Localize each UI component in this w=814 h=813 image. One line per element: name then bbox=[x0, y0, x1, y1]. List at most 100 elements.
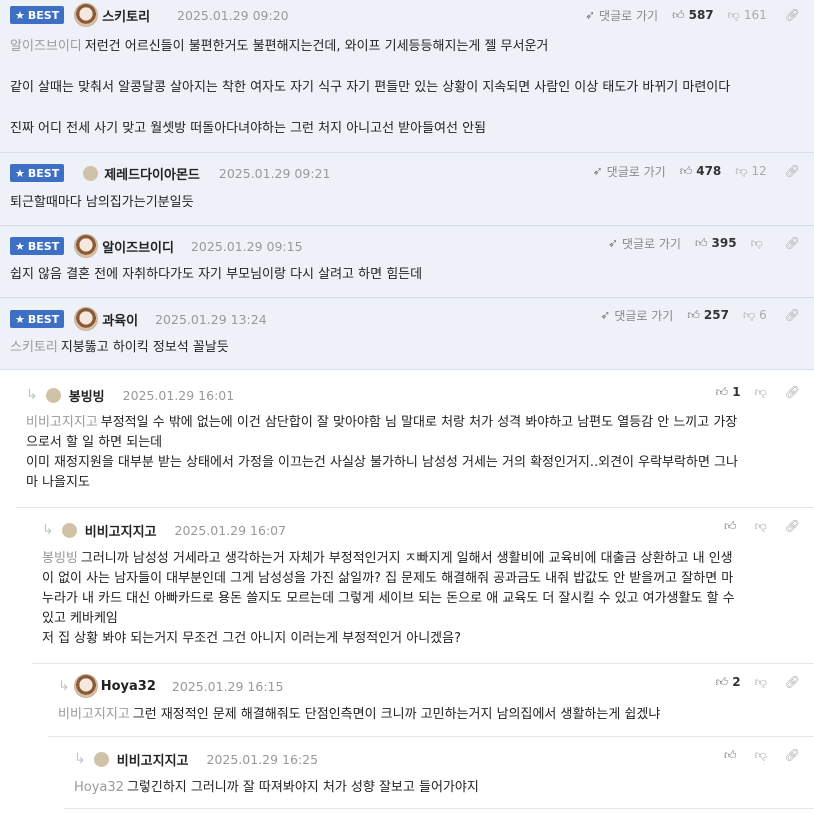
timestamp: 2025.01.29 16:25 bbox=[206, 751, 319, 767]
comment-actions: 👍︎ 👎︎ 🔗︎ bbox=[724, 740, 800, 770]
nickname[interactable]: 제레드다이아몬드 bbox=[104, 164, 200, 183]
nickname[interactable]: 알이즈브이디 bbox=[102, 237, 174, 256]
comment-header: ↳ 비비고지지고 2025.01.29 16:07 bbox=[32, 515, 814, 545]
star-icon: ★ bbox=[15, 8, 25, 22]
avatar[interactable] bbox=[61, 522, 77, 538]
reply-comment: ↳ 비비고지지고 2025.01.29 16:25 👍︎ 👎︎ 🔗︎ Hoya3… bbox=[64, 737, 814, 809]
timestamp: 2025.01.29 16:01 bbox=[122, 387, 235, 403]
link-icon[interactable]: 🔗︎ bbox=[785, 675, 800, 689]
avatar[interactable] bbox=[74, 234, 99, 258]
avatar[interactable] bbox=[74, 307, 99, 331]
avatar[interactable] bbox=[45, 387, 61, 403]
star-icon: ★ bbox=[15, 312, 25, 326]
goto-reply-link[interactable]: ➶ 댓글로 가기 bbox=[593, 163, 666, 180]
goto-reply-link[interactable]: ➶ 댓글로 가기 bbox=[608, 235, 681, 252]
thumbs-down-icon: 👎︎ bbox=[754, 384, 767, 399]
thumbs-down-icon: 👎︎ bbox=[754, 747, 767, 762]
comment-actions: ➶ 댓글로 가기 👍︎ 478 👎︎ 12 🔗︎ bbox=[593, 156, 800, 186]
nickname[interactable]: 비비고지지고 bbox=[85, 521, 157, 540]
mention[interactable]: 비비고지지고 bbox=[26, 415, 98, 430]
send-icon: ➶ bbox=[592, 164, 603, 178]
best-badge: ★ BEST bbox=[10, 237, 65, 255]
timestamp: 2025.01.29 16:07 bbox=[174, 522, 287, 538]
downvote-button[interactable]: 👎︎ bbox=[755, 385, 767, 400]
thumbs-up-icon: 👍︎ bbox=[724, 518, 737, 533]
comment-body: 알이즈브이디 저런건 어르신들이 불편한거도 불편해지는건데, 와이프 기세등등해… bbox=[10, 39, 731, 136]
timestamp: 2025.01.29 09:20 bbox=[177, 7, 289, 23]
timestamp: 2025.01.29 13:24 bbox=[155, 311, 267, 327]
upvote-button[interactable]: 👍︎ bbox=[724, 748, 741, 763]
upvote-button[interactable]: 👍︎ 257 bbox=[687, 308, 729, 323]
link-icon[interactable]: 🔗︎ bbox=[785, 8, 800, 22]
thumbs-down-icon: 👎︎ bbox=[754, 518, 767, 533]
best-badge: ★ BEST bbox=[10, 310, 65, 328]
downvote-button[interactable]: 👎︎ 161 bbox=[728, 8, 767, 23]
comment-body: 비비고지지고 그런 재정적인 문제 해결해줘도 단점인측면이 크니까 고민하는거지… bbox=[58, 707, 661, 722]
upvote-button[interactable]: 👍︎ 395 bbox=[695, 236, 737, 251]
comment-best-2: ★ BEST 제레드다이아몬드 2025.01.29 09:21 ➶ 댓글로 가기 … bbox=[0, 153, 814, 226]
send-icon: ➶ bbox=[600, 308, 611, 322]
nickname[interactable]: Hoya32 bbox=[101, 679, 156, 694]
thumbs-up-icon: 👍︎ bbox=[724, 747, 737, 762]
link-icon[interactable]: 🔗︎ bbox=[785, 385, 800, 399]
link-icon[interactable]: 🔗︎ bbox=[785, 519, 800, 533]
thumbs-up-icon: 👍︎ bbox=[679, 163, 693, 178]
thumbs-down-icon: 👎︎ bbox=[727, 7, 740, 22]
upvote-button[interactable]: 👍︎ 2 bbox=[716, 675, 741, 690]
reply-arrow-icon: ↳ bbox=[26, 387, 38, 403]
downvote-button[interactable]: 👎︎ 12 bbox=[735, 164, 766, 179]
comment-actions: ➶ 댓글로 가기 👍︎ 257 👎︎ 6 🔗︎ bbox=[600, 300, 800, 330]
thumbs-down-icon: 👎︎ bbox=[750, 235, 763, 250]
comment-best-4: ★ BEST 과육이 2025.01.29 13:24 ➶ 댓글로 가기 👍︎ 257… bbox=[0, 298, 814, 370]
upvote-button[interactable]: 👍︎ 587 bbox=[672, 8, 714, 23]
downvote-button[interactable]: 👎︎ 6 bbox=[743, 308, 767, 323]
avatar[interactable] bbox=[93, 751, 109, 767]
thumbs-up-icon: 👍︎ bbox=[715, 674, 729, 689]
reply-comment: ↳ 비비고지지고 2025.01.29 16:07 👍︎ 👎︎ 🔗︎ 봉빙빙 그러… bbox=[32, 508, 814, 664]
best-badge: ★ BEST bbox=[10, 6, 65, 24]
star-icon: ★ bbox=[15, 166, 25, 180]
mention[interactable]: 비비고지지고 bbox=[58, 707, 130, 722]
comment-best-1: ★ BEST 스키토리 2025.01.29 09:20 ➶ 댓글로 가기 👍︎ 58… bbox=[0, 0, 814, 153]
mention[interactable]: 알이즈브이디 bbox=[10, 39, 82, 54]
comment-actions: ➶ 댓글로 가기 👍︎ 587 👎︎ 161 🔗︎ bbox=[585, 0, 800, 30]
downvote-button[interactable]: 👎︎ bbox=[751, 236, 767, 251]
send-icon: ➶ bbox=[584, 8, 596, 22]
upvote-button[interactable]: 👍︎ 1 bbox=[716, 385, 741, 400]
mention[interactable]: Hoya32 bbox=[74, 780, 124, 795]
comment-best-3: ★ BEST 알이즈브이디 2025.01.29 09:15 ➶ 댓글로 가기 👍︎… bbox=[0, 226, 814, 298]
nickname[interactable]: 비비고지지고 bbox=[117, 750, 189, 769]
reply-arrow-icon: ↳ bbox=[58, 678, 70, 694]
link-icon[interactable]: 🔗︎ bbox=[785, 748, 800, 762]
nickname[interactable]: 스키토리 bbox=[102, 6, 150, 25]
comment-body: 쉽지 않음 결혼 전에 자취하다가도 자기 부모님이랑 다시 살려고 하면 힘든… bbox=[10, 267, 423, 282]
link-icon[interactable]: 🔗︎ bbox=[785, 308, 800, 322]
comment-header: ↳ Hoya32 2025.01.29 16:15 bbox=[48, 671, 814, 701]
link-icon[interactable]: 🔗︎ bbox=[785, 236, 800, 250]
goto-reply-link[interactable]: ➶ 댓글로 가기 bbox=[600, 307, 673, 324]
link-icon[interactable]: 🔗︎ bbox=[785, 164, 800, 178]
best-badge: ★ BEST bbox=[10, 164, 65, 182]
timestamp: 2025.01.29 16:15 bbox=[171, 678, 284, 694]
mention[interactable]: 스키토리 bbox=[10, 340, 58, 355]
comment-header: ↳ 봉빙빙 2025.01.29 16:01 bbox=[16, 380, 814, 410]
goto-reply-link[interactable]: ➶ 댓글로 가기 bbox=[585, 7, 658, 24]
thumbs-down-icon: 👎︎ bbox=[735, 163, 748, 178]
send-icon: ➶ bbox=[607, 236, 618, 250]
avatar[interactable] bbox=[73, 674, 98, 698]
thumbs-up-icon: 👍︎ bbox=[694, 235, 708, 250]
upvote-button[interactable]: 👍︎ 478 bbox=[680, 164, 722, 179]
downvote-button[interactable]: 👎︎ bbox=[755, 675, 767, 690]
avatar[interactable] bbox=[83, 165, 99, 181]
comment-body: 스키토리 지붕뚫고 하이킥 정보석 꼴날듯 bbox=[10, 340, 229, 355]
downvote-button[interactable]: 👎︎ bbox=[755, 519, 767, 534]
star-icon: ★ bbox=[15, 239, 25, 253]
reply-comment: ↳ Hoya32 2025.01.29 16:15 👍︎ 2 👎︎ 🔗︎ 비비고지… bbox=[48, 664, 814, 737]
mention[interactable]: 봉빙빙 bbox=[42, 551, 78, 566]
comment-body: 퇴근할때마다 남의집가는기분일듯 bbox=[10, 195, 194, 210]
nickname[interactable]: 과육이 bbox=[102, 310, 138, 329]
avatar[interactable] bbox=[74, 3, 99, 27]
upvote-button[interactable]: 👍︎ bbox=[724, 519, 741, 534]
nickname[interactable]: 봉빙빙 bbox=[69, 386, 105, 405]
downvote-button[interactable]: 👎︎ bbox=[755, 748, 767, 763]
